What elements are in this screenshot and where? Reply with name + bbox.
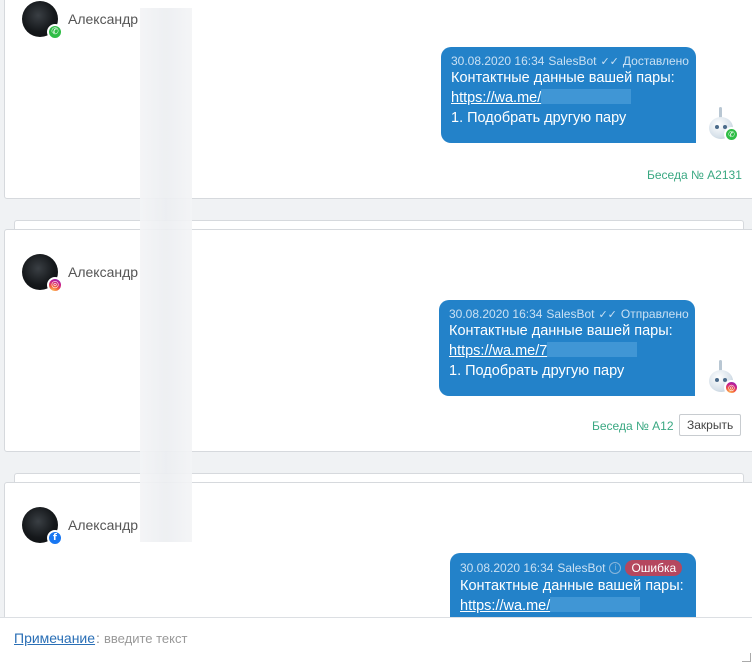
redacted-text <box>547 342 638 357</box>
whatsapp-icon: ✆ <box>724 127 739 142</box>
note-label[interactable]: Примечание <box>14 630 95 646</box>
conversation-card: ✆ Александр 30.08.2020 16:34 SalesBot ✓✓… <box>4 0 752 199</box>
redacted-text <box>550 597 641 612</box>
message-option[interactable]: 1. Подобрать другую пару <box>451 108 686 128</box>
message-bubble: 30.08.2020 16:34 SalesBot ✓✓ Доставлено … <box>441 47 696 143</box>
message-sender: SalesBot <box>557 561 606 575</box>
info-icon[interactable]: i <box>609 562 622 574</box>
contact-name[interactable]: Александр <box>68 517 138 533</box>
message-bubble: 30.08.2020 16:34 SalesBot ✓✓ Отправлено … <box>439 300 695 396</box>
contact-avatar[interactable]: ◎ <box>22 254 63 293</box>
double-check-icon: ✓✓ <box>598 308 617 321</box>
conversation-link[interactable]: Беседа № А2131 <box>647 168 742 182</box>
bot-avatar: ✆ <box>707 107 739 142</box>
facebook-icon: f <box>47 530 63 546</box>
message-link[interactable]: https://wa.me/7 <box>449 343 547 359</box>
note-input[interactable] <box>104 627 744 649</box>
message-text: Контактные данные вашей пары: <box>460 578 684 594</box>
message-date: 30.08.2020 16:34 <box>449 307 543 321</box>
card-stack-edge <box>14 220 744 229</box>
message-date: 30.08.2020 16:34 <box>451 54 545 68</box>
redaction-overlay <box>140 8 192 542</box>
note-separator: : <box>96 630 100 646</box>
contact-name[interactable]: Александр <box>68 11 138 27</box>
message-status: Доставлено <box>622 54 689 68</box>
bot-avatar: ◎ <box>707 360 739 395</box>
message-text: Контактные данные вашей пары: <box>451 70 675 86</box>
message-text: Контактные данные вашей пары: <box>449 323 673 339</box>
message-sender: SalesBot <box>546 307 595 321</box>
contact-name[interactable]: Александр <box>68 264 138 280</box>
close-conversation-button[interactable]: Закрыть <box>679 414 742 436</box>
resize-handle[interactable] <box>742 653 751 662</box>
card-stack-edge <box>14 473 744 482</box>
contact-avatar[interactable]: ✆ <box>22 1 63 40</box>
conversation-card: ◎ Александр 30.08.2020 16:34 SalesBot ✓✓… <box>4 229 752 452</box>
message-option[interactable]: 1. Подобрать другую пару <box>449 361 685 381</box>
error-status-badge: Ошибка <box>625 560 683 576</box>
redacted-text <box>541 89 632 104</box>
message-link[interactable]: https://wa.me/ <box>460 598 550 614</box>
whatsapp-icon: ✆ <box>47 24 63 40</box>
double-check-icon: ✓✓ <box>600 55 619 68</box>
message-sender: SalesBot <box>548 54 597 68</box>
instagram-icon: ◎ <box>47 277 63 293</box>
conversation-link[interactable]: Беседа № А12 <box>592 419 674 433</box>
message-link[interactable]: https://wa.me/ <box>451 90 541 106</box>
message-status: Отправлено <box>620 307 689 321</box>
message-date: 30.08.2020 16:34 <box>460 561 554 575</box>
note-bar: Примечание : <box>0 617 752 663</box>
instagram-icon: ◎ <box>724 380 739 395</box>
contact-avatar[interactable]: f <box>22 507 63 546</box>
